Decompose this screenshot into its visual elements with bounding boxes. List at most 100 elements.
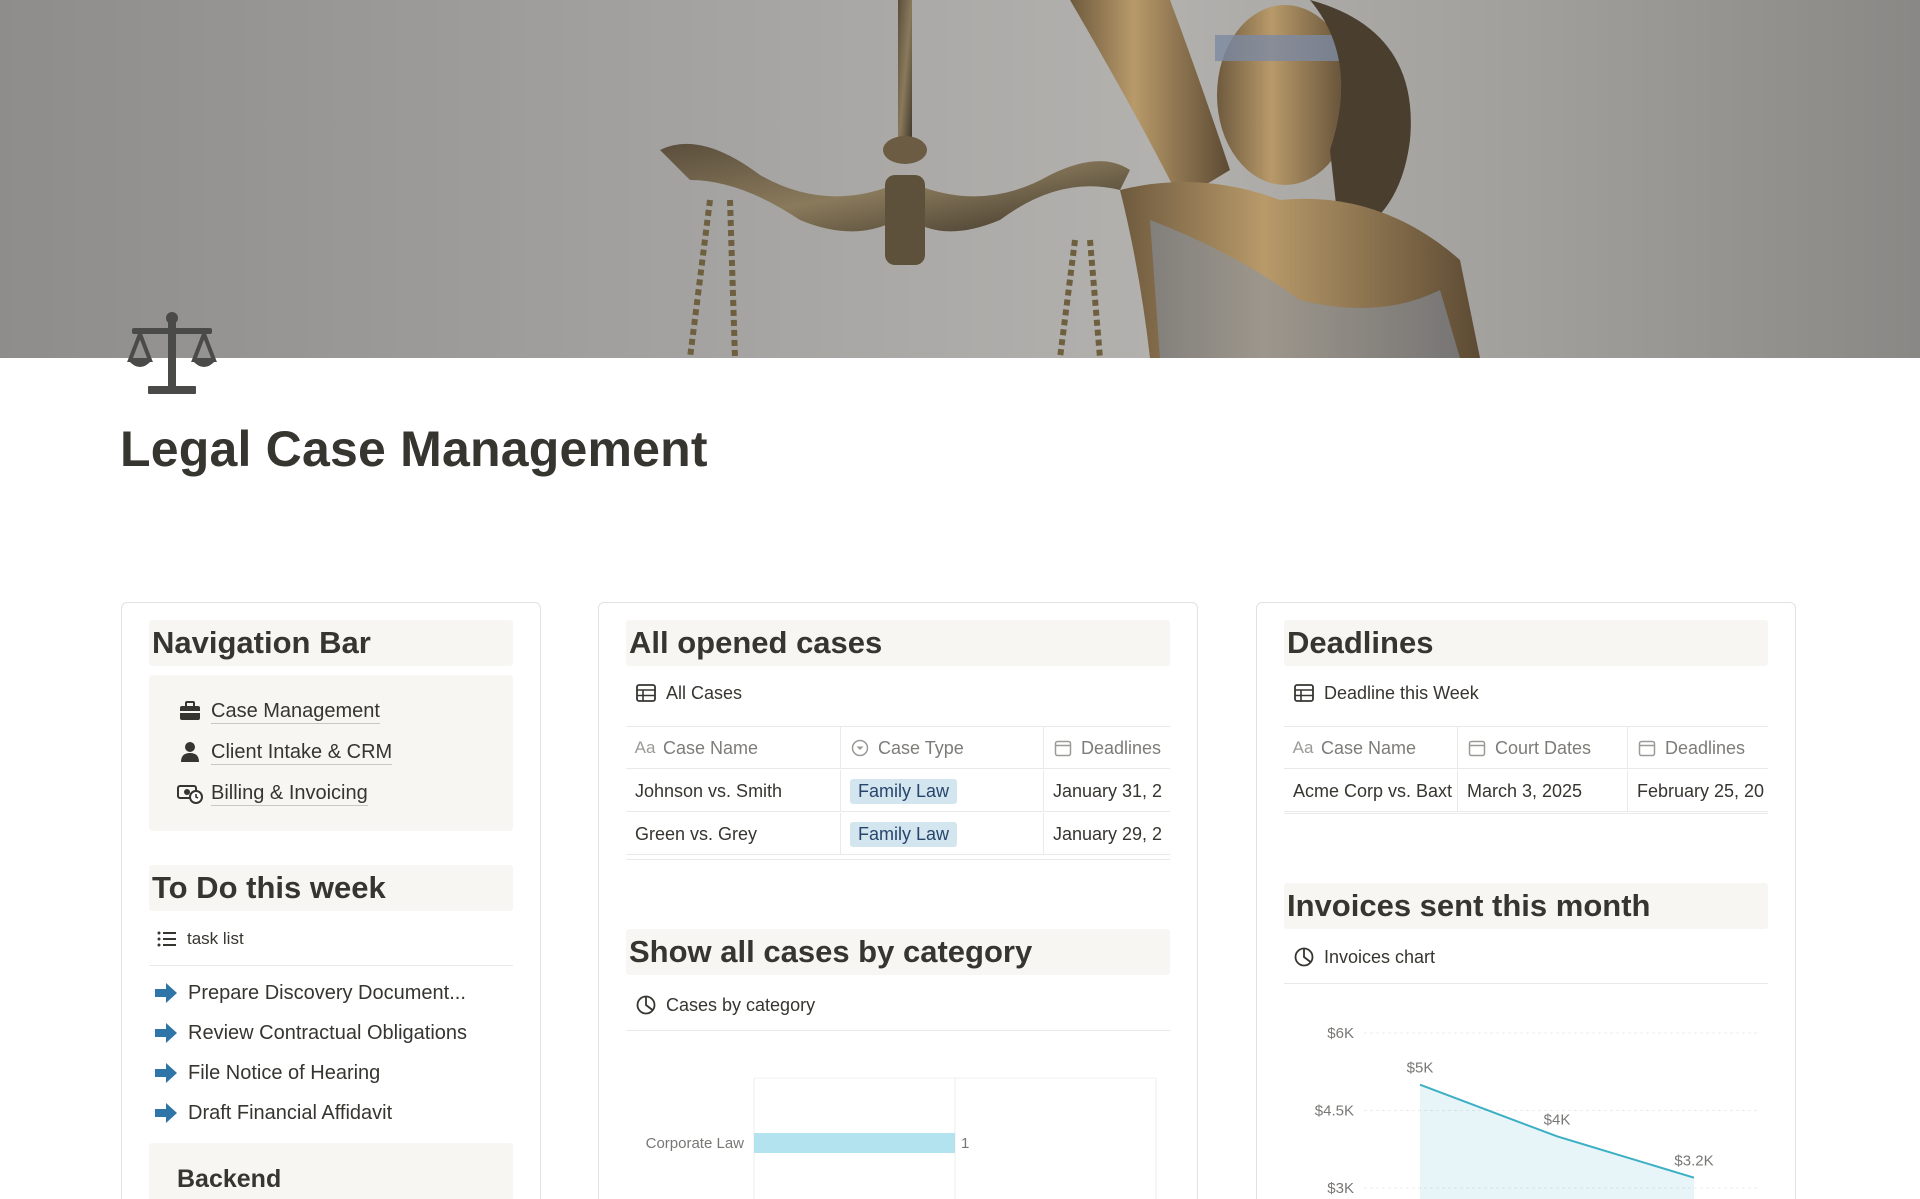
cases-card: All opened cases All Cases Aa Case Name … — [598, 602, 1198, 1199]
divider — [626, 1030, 1170, 1031]
case-type-tag: Family Law — [850, 821, 958, 847]
arrow-right-icon — [155, 1103, 177, 1123]
view-tab-label: task list — [187, 929, 244, 948]
y-tick-label: $6K — [1327, 1025, 1354, 1042]
column-header[interactable]: Deadlines — [1628, 727, 1768, 769]
data-label: 1 — [961, 1135, 969, 1152]
case-type-cell: Family Law — [841, 813, 1044, 855]
view-tab-cases-by-category[interactable]: Cases by category — [634, 991, 815, 1019]
data-label: $5K — [1407, 1060, 1434, 1077]
scales-of-justice-icon — [126, 312, 218, 396]
nav-item-label: Client Intake & CRM — [211, 740, 393, 765]
deadlines-heading: Deadlines — [1287, 625, 1434, 660]
task-item[interactable]: File Notice of Hearing — [154, 1058, 380, 1088]
y-tick-label: $3K — [1327, 1180, 1354, 1197]
nav-case-management[interactable]: Case Management — [177, 696, 380, 726]
briefcase-icon — [177, 699, 203, 723]
category-heading: Show all cases by category — [629, 934, 1033, 969]
text-property-icon: Aa — [1292, 738, 1314, 757]
calendar-icon — [1467, 738, 1487, 758]
todo-heading: To Do this week — [152, 870, 386, 905]
column-header[interactable]: Deadlines — [1044, 727, 1170, 769]
task-label: File Notice of Hearing — [188, 1061, 381, 1084]
task-item[interactable]: Review Contractual Obligations — [154, 1018, 467, 1048]
view-tab-task-list[interactable]: task list — [155, 925, 244, 953]
column-header-label: Court Dates — [1495, 737, 1592, 758]
nav-client-intake-crm[interactable]: Client Intake & CRM — [177, 737, 393, 767]
cases-heading-block: All opened cases — [626, 620, 1170, 666]
calendar-icon — [1637, 738, 1657, 758]
navigation-heading: Navigation Bar — [152, 625, 371, 660]
category-heading-block: Show all cases by category — [626, 929, 1170, 975]
case-name-cell[interactable]: Acme Corp vs. Baxt — [1284, 770, 1458, 812]
task-label: Review Contractual Obligations — [188, 1021, 468, 1044]
arrow-right-icon — [155, 1023, 177, 1043]
view-tab-deadline-this-week[interactable]: Deadline this Week — [1292, 679, 1479, 707]
invoices-chart: $6K $4.5K $3K $5K $4K $3.2K — [1315, 1025, 1759, 1199]
table-row[interactable]: Acme Corp vs. Baxt March 3, 2025 Februar… — [1284, 770, 1768, 812]
case-name-cell[interactable]: Green vs. Grey — [626, 813, 841, 855]
data-label: $3.2K — [1674, 1153, 1713, 1170]
column-header[interactable]: Court Dates — [1458, 727, 1628, 769]
chart-icon — [634, 993, 658, 1017]
arrow-right-icon — [155, 983, 177, 1003]
nav-billing-invoicing[interactable]: Billing & Invoicing — [177, 778, 368, 808]
deadlines-table: Aa Case Name Court Dates Deadlines Acme … — [1284, 726, 1768, 814]
table-row[interactable]: Johnson vs. Smith Family Law January 31,… — [626, 770, 1170, 812]
arrow-right-icon — [155, 1063, 177, 1083]
column-header[interactable]: Case Type — [841, 727, 1044, 769]
divider — [1284, 983, 1768, 984]
backend-block: Backend — [149, 1143, 513, 1199]
bar — [754, 1133, 955, 1153]
view-tab-label: Cases by category — [666, 994, 816, 1015]
task-item[interactable]: Prepare Discovery Document... — [154, 978, 466, 1008]
cover-image — [0, 0, 1920, 358]
data-label: $4K — [1544, 1111, 1571, 1128]
deadline-cell: January 31, 2 — [1053, 780, 1163, 801]
todo-heading-block: To Do this week — [149, 865, 513, 911]
case-type-cell: Family Law — [841, 770, 1044, 812]
court-date-cell: March 3, 2025 — [1458, 770, 1628, 812]
table-row[interactable]: Green vs. Grey Family Law January 29, 2 — [626, 813, 1170, 855]
money-clock-icon — [177, 781, 203, 805]
divider — [149, 965, 513, 966]
deadline-cell: February 25, 20 — [1637, 780, 1765, 801]
backend-heading: Backend — [177, 1165, 282, 1193]
list-icon — [155, 927, 179, 951]
column-header[interactable]: Aa Case Name — [626, 727, 841, 769]
view-tab-label: Invoices chart — [1324, 946, 1436, 967]
cases-by-category-chart: Corporate Law 1 — [646, 1077, 1157, 1199]
table-header-row: Aa Case Name Court Dates Deadlines — [1284, 727, 1768, 769]
navigation-card: Navigation Bar Case Management Client In… — [121, 602, 541, 1199]
invoices-heading: Invoices sent this month — [1287, 888, 1651, 923]
case-type-tag: Family Law — [850, 778, 958, 804]
deadlines-card: Deadlines Deadline this Week Aa Case Nam… — [1256, 602, 1796, 1199]
area-fill — [1420, 1084, 1694, 1199]
view-tab-all-cases[interactable]: All Cases — [634, 679, 742, 707]
category-label: Corporate Law — [646, 1135, 745, 1152]
table-icon — [634, 681, 658, 705]
task-item[interactable]: Draft Financial Affidavit — [154, 1098, 392, 1128]
task-label: Draft Financial Affidavit — [188, 1101, 393, 1124]
nav-item-label: Billing & Invoicing — [211, 781, 368, 806]
column-header[interactable]: Aa Case Name — [1284, 727, 1458, 769]
text-property-icon: Aa — [634, 738, 656, 757]
cases-heading: All opened cases — [629, 625, 883, 660]
calendar-icon — [1053, 738, 1073, 758]
column-header-label: Case Type — [878, 737, 964, 758]
table-icon — [1292, 681, 1316, 705]
table-header-row: Aa Case Name Case Type Deadlines — [626, 727, 1170, 769]
column-header-label: Deadlines — [1665, 737, 1746, 758]
chart-icon — [1292, 945, 1316, 969]
person-icon — [177, 740, 203, 764]
column-header-label: Case Name — [1321, 737, 1417, 758]
select-property-icon — [850, 738, 870, 758]
case-name-cell[interactable]: Johnson vs. Smith — [626, 770, 841, 812]
column-header-label: Case Name — [663, 737, 759, 758]
page-title: Legal Case Management — [120, 421, 708, 477]
deadlines-heading-block: Deadlines — [1284, 620, 1768, 666]
column-header-label: Deadlines — [1081, 737, 1162, 758]
invoices-heading-block: Invoices sent this month — [1284, 883, 1768, 929]
task-label: Prepare Discovery Document... — [188, 981, 466, 1004]
view-tab-invoices-chart[interactable]: Invoices chart — [1292, 943, 1435, 971]
